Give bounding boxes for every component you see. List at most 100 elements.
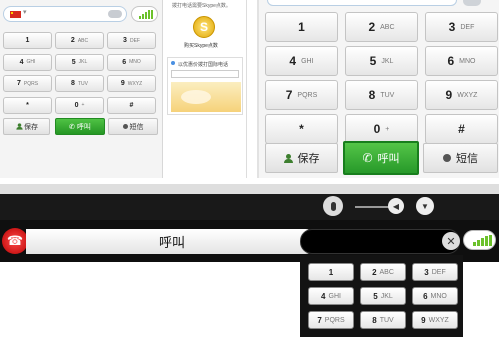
sms-icon: [122, 124, 128, 129]
country-dropdown-icon[interactable]: ▾: [23, 8, 27, 16]
dial-key-0[interactable]: 0 +: [345, 114, 418, 144]
key-digit: 3: [448, 20, 456, 34]
key-digit: 4: [321, 291, 326, 301]
dial-key-2[interactable]: 2 ABC: [55, 32, 104, 49]
key-letters: GHI: [26, 59, 36, 65]
dial-key-6[interactable]: 6 MNO: [425, 46, 498, 76]
sms-button[interactable]: 短信: [108, 118, 158, 135]
large-dialer-panel: 1 2 ABC 3 DEF 4 GHI 5 JKL 6 MNO 7 PQRS 8 TUV 9 WXYZ * 0 + # …: [257, 0, 499, 178]
key-digit: 2: [372, 267, 377, 277]
dial-key-0[interactable]: 0 +: [55, 96, 104, 114]
dial-number-field[interactable]: [300, 229, 460, 254]
dial-key-7[interactable]: 7 PQRS: [265, 80, 338, 110]
call-button[interactable]: ✆ 呼叫: [55, 118, 105, 135]
sms-label: 短信: [129, 123, 144, 131]
dial-key-1[interactable]: 1: [265, 12, 338, 42]
save-button[interactable]: 保存: [3, 118, 50, 135]
dial-key-star[interactable]: *: [265, 114, 338, 144]
dial-key-hash[interactable]: #: [425, 114, 498, 144]
key-digit: 7: [317, 315, 322, 325]
clear-number-button[interactable]: [108, 10, 122, 18]
dial-key-6[interactable]: 6 MNO: [412, 287, 458, 305]
card-title: 以优惠价拨打国际电话: [178, 62, 229, 68]
dial-key-3[interactable]: 3 DEF: [412, 263, 458, 281]
sms-button-large[interactable]: 短信: [423, 143, 498, 173]
key-digit: 0: [373, 122, 381, 136]
dial-key-7[interactable]: 7 PQRS: [308, 311, 354, 329]
hang-up-button[interactable]: ☎: [2, 228, 28, 254]
signal-strength-icon: [463, 230, 496, 250]
dial-key-2[interactable]: 2 ABC: [360, 263, 406, 281]
divider-strip: [0, 184, 499, 194]
dial-key-6[interactable]: 6 MNO: [107, 53, 156, 71]
key-letters: WXYZ: [428, 316, 449, 324]
bottom-dialpad: 1 2 ABC 3 DEF 4 GHI 5 JKL 6 MNO 7 PQRS 8 TUV 9 WXYZ: [300, 255, 463, 337]
key-letters: ABC: [77, 37, 89, 44]
key-digit: 8: [71, 80, 75, 87]
country-search-input[interactable]: [171, 70, 239, 78]
phone-icon: ✆: [69, 123, 75, 131]
key-letters: GHI: [328, 292, 341, 300]
dial-key-9[interactable]: 9 WXYZ: [107, 75, 156, 92]
dial-key-1[interactable]: 1: [3, 32, 52, 49]
dial-key-3[interactable]: 3 DEF: [107, 32, 156, 49]
dial-key-8[interactable]: 8 TUV: [360, 311, 406, 329]
key-letters: PQRS: [23, 80, 39, 87]
key-letters: DEF: [129, 37, 140, 44]
dial-key-1[interactable]: 1: [308, 263, 354, 281]
dial-key-9[interactable]: 9 WXYZ: [425, 80, 498, 110]
sms-icon: [443, 154, 451, 162]
key-letters: MNO: [430, 292, 447, 300]
key-letters: +: [385, 125, 390, 133]
dial-key-3[interactable]: 3 DEF: [425, 12, 498, 42]
dial-key-5[interactable]: 5 JKL: [360, 287, 406, 305]
key-digit: 2: [70, 37, 75, 44]
audio-controls-bar: ◀ ▼: [0, 194, 499, 220]
key-letters: DEF: [460, 23, 475, 31]
international-rates-card: 以优惠价拨打国际电话: [167, 57, 243, 115]
china-flag-icon[interactable]: [10, 11, 21, 18]
dial-key-7[interactable]: 7 PQRS: [3, 75, 52, 92]
key-digit: 7: [16, 80, 21, 87]
phone-number-input[interactable]: ▾: [3, 6, 127, 22]
key-digit: 3: [123, 37, 127, 44]
phone-number-input-large[interactable]: [267, 0, 457, 6]
phone-icon: ✆: [362, 151, 373, 165]
key-digit: 6: [423, 291, 428, 301]
dial-key-4[interactable]: 4 GHI: [265, 46, 338, 76]
key-digit: 0: [74, 101, 79, 109]
dial-key-2[interactable]: 2 ABC: [345, 12, 418, 42]
dial-key-5[interactable]: 5 JKL: [55, 53, 104, 71]
dial-key-8[interactable]: 8 TUV: [55, 75, 104, 92]
key-digit: 1: [25, 37, 30, 44]
clear-number-button-large[interactable]: [463, 0, 481, 6]
promo-banner-image[interactable]: [171, 82, 241, 112]
dial-key-8[interactable]: 8 TUV: [345, 80, 418, 110]
call-field-button[interactable]: 呼叫: [26, 229, 318, 254]
buy-credit-link[interactable]: 购买Skype点数: [184, 42, 218, 49]
key-digit: 5: [71, 58, 76, 66]
dial-key-4[interactable]: 4 GHI: [3, 53, 52, 71]
dial-key-9[interactable]: 9 WXYZ: [412, 311, 458, 329]
save-label-large: 保存: [297, 153, 320, 165]
key-letters: GHI: [301, 57, 314, 65]
call-button-large[interactable]: ✆ 呼叫: [343, 141, 419, 175]
key-letters: +: [81, 102, 85, 108]
dial-key-5[interactable]: 5 JKL: [345, 46, 418, 76]
dial-key-4[interactable]: 4 GHI: [308, 287, 354, 305]
key-letters: JKL: [380, 292, 393, 300]
clear-icon[interactable]: ✕: [442, 232, 460, 250]
key-digit: 7: [285, 88, 293, 102]
skype-credit-ad-panel: 拨打电话需要Skype点数。 S 购买Skype点数 以优惠价拨打国际电话: [164, 0, 247, 178]
speaker-icon[interactable]: ◀: [388, 198, 404, 214]
key-digit: *: [26, 101, 29, 109]
save-button-large[interactable]: 保存: [265, 143, 338, 173]
call-label-large: 呼叫: [377, 153, 400, 165]
microphone-icon[interactable]: [323, 196, 343, 216]
key-digit: 5: [373, 291, 378, 301]
key-digit: 9: [445, 88, 453, 102]
chevron-down-icon[interactable]: ▼: [416, 197, 434, 215]
dial-key-hash[interactable]: #: [107, 96, 156, 114]
key-letters: JKL: [78, 59, 88, 65]
dial-key-star[interactable]: *: [3, 96, 52, 114]
